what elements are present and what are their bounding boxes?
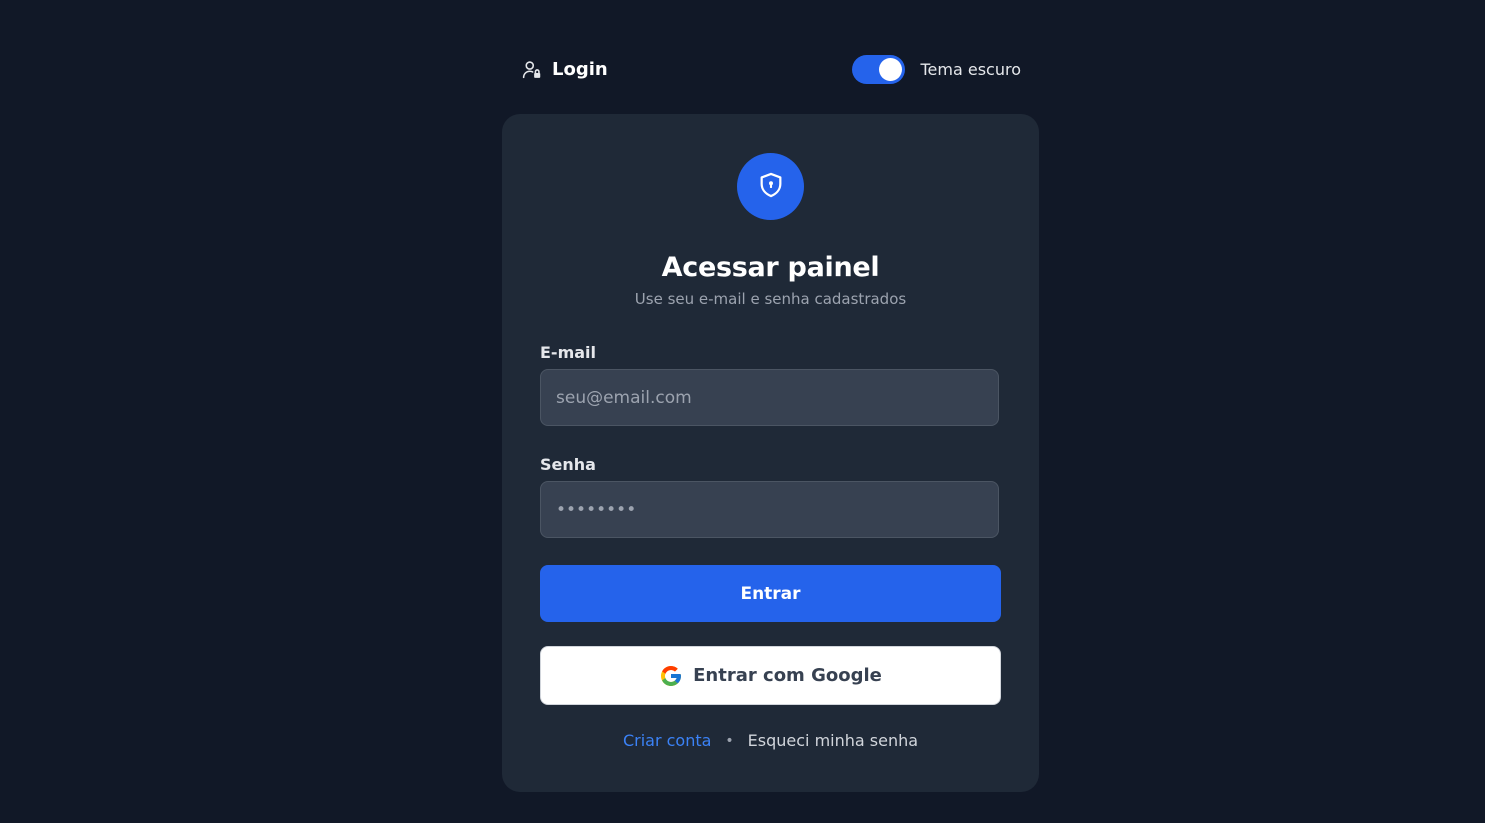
login-card: Acessar painel Use seu e-mail e senha ca… <box>502 114 1039 792</box>
page-subtitle: Use seu e-mail e senha cadastrados <box>634 290 907 308</box>
switch-knob <box>879 57 903 81</box>
shield-badge <box>737 153 804 220</box>
forgot-password-link[interactable]: Esqueci minha senha <box>748 731 918 750</box>
brand-label: Login <box>552 58 608 80</box>
brand: Login <box>521 59 608 80</box>
theme-switch[interactable] <box>852 54 906 84</box>
submit-button[interactable]: Entrar <box>540 565 1001 622</box>
password-label: Senha <box>540 455 596 474</box>
password-field[interactable] <box>540 481 999 538</box>
footer-links: Criar conta • Esqueci minha senha <box>502 731 1039 750</box>
google-button-label: Entrar com Google <box>693 665 882 686</box>
top-bar: Login Tema escuro <box>521 53 1021 85</box>
email-label: E-mail <box>540 343 597 362</box>
theme-toggle[interactable]: Tema escuro <box>852 54 1021 84</box>
shield-keyhole-icon <box>757 171 785 203</box>
page-title: Acessar painel <box>661 252 880 283</box>
email-field[interactable] <box>540 369 999 426</box>
login-page: Login Tema escuro Acessar painel Use seu… <box>0 0 1485 823</box>
link-separator: • <box>725 732 734 749</box>
google-logo-icon <box>659 664 683 688</box>
theme-toggle-label: Tema escuro <box>920 59 1021 79</box>
user-lock-icon <box>521 59 542 80</box>
google-signin-button[interactable]: Entrar com Google <box>540 646 1001 705</box>
create-account-link[interactable]: Criar conta <box>623 731 711 750</box>
